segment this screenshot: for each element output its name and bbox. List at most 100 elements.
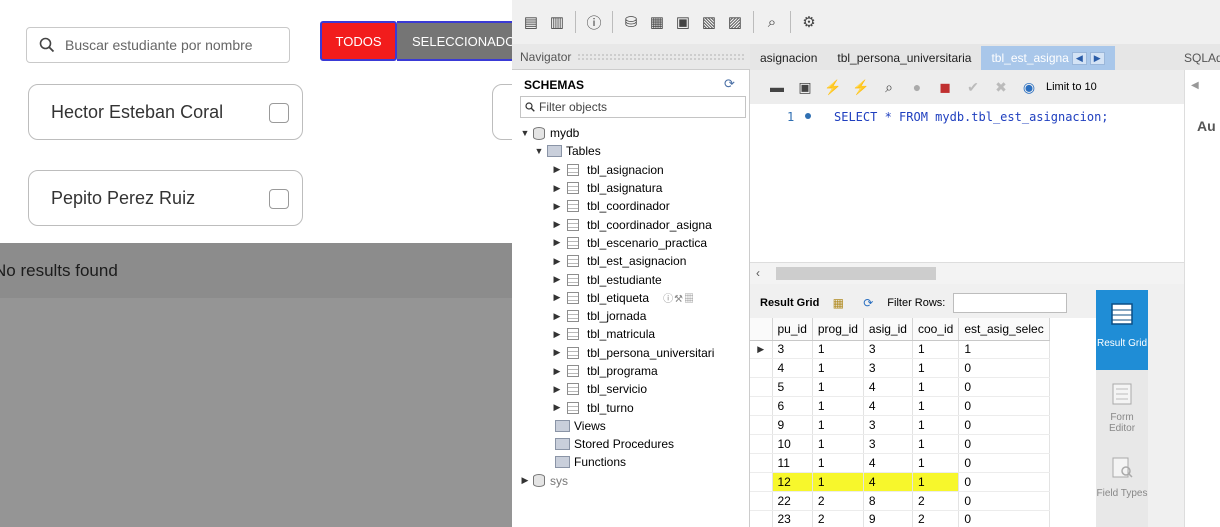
filter-objects-input[interactable]: [539, 100, 729, 114]
refresh-icon[interactable]: ⟳: [724, 76, 735, 92]
tree-item-table[interactable]: ▶ tbl_asignacion: [512, 161, 750, 179]
grid-cell[interactable]: 11: [772, 453, 813, 473]
student-card[interactable]: Pepito Perez Ruiz: [28, 170, 303, 226]
expand-arrow-icon[interactable]: ▶: [552, 311, 562, 322]
expand-arrow-icon[interactable]: ▶: [552, 402, 562, 413]
grid-cell[interactable]: 6: [772, 396, 813, 417]
grid-cell[interactable]: 0: [958, 396, 1050, 417]
grid-cell[interactable]: 1: [912, 415, 960, 435]
open-file-icon[interactable]: ▬: [766, 76, 788, 98]
expand-arrow-icon[interactable]: ▶: [552, 292, 562, 303]
open-sql-script-icon[interactable]: ▥: [546, 11, 568, 33]
filter-rows-input[interactable]: [953, 293, 1068, 313]
expand-arrow-icon[interactable]: ▼: [520, 128, 530, 138]
sql-query-text[interactable]: SELECT * FROM mydb.tbl_est_asignacion;: [834, 110, 1109, 124]
tab-sql-additions[interactable]: SQLAd: [1184, 44, 1220, 70]
expand-arrow-icon[interactable]: ▶: [552, 237, 562, 248]
table-row[interactable]: 91310: [750, 415, 1050, 435]
student-card[interactable]: Hector Esteban Coral: [28, 84, 303, 140]
column-header[interactable]: coo_id: [912, 318, 960, 341]
grid-cell[interactable]: 8: [863, 491, 913, 511]
result-grid-button[interactable]: Result Grid: [1096, 290, 1148, 370]
grid-cell[interactable]: 5: [772, 377, 813, 398]
row-selector[interactable]: ▶: [750, 340, 773, 360]
grid-cell[interactable]: 0: [958, 472, 1050, 492]
execute-current-icon[interactable]: ⚡: [850, 76, 872, 98]
expand-arrow-icon[interactable]: ▶: [552, 201, 562, 212]
grid-cell[interactable]: 3: [863, 434, 913, 454]
create-function-icon[interactable]: ▨: [724, 11, 746, 33]
expand-arrow-icon[interactable]: ▶: [552, 183, 562, 194]
grid-cell[interactable]: 0: [958, 415, 1050, 435]
grid-view-icon[interactable]: ▦: [827, 292, 849, 314]
limit-rows-select[interactable]: Limit to 10: [1046, 81, 1097, 93]
scrollbar-thumb[interactable]: [776, 267, 936, 280]
field-types-button[interactable]: Field Types: [1096, 448, 1148, 518]
tab-asignacion[interactable]: asignacion: [750, 46, 827, 70]
grid-cell[interactable]: 1: [812, 340, 864, 360]
grid-cell[interactable]: 1: [812, 415, 864, 435]
student-checkbox[interactable]: [269, 189, 289, 209]
tree-item-functions[interactable]: Functions: [512, 453, 750, 471]
grid-cell[interactable]: 2: [912, 491, 960, 511]
sql-editor[interactable]: 1 SELECT * FROM mydb.tbl_est_asignacion;: [750, 104, 1184, 262]
commit-icon[interactable]: ✔: [962, 76, 984, 98]
grid-cell[interactable]: 0: [958, 510, 1050, 527]
grid-cell[interactable]: 0: [958, 434, 1050, 454]
todos-button[interactable]: TODOS: [320, 21, 397, 61]
row-selector[interactable]: [750, 434, 773, 454]
tab-scroll-right-icon[interactable]: ▶: [1089, 51, 1105, 65]
autocommit-icon[interactable]: ◉: [1018, 76, 1040, 98]
create-procedure-icon[interactable]: ▧: [698, 11, 720, 33]
grid-cell[interactable]: 0: [958, 491, 1050, 511]
expand-arrow-icon[interactable]: ▶: [552, 164, 562, 175]
expand-arrow-icon[interactable]: ▶: [552, 256, 562, 267]
new-sql-tab-icon[interactable]: ▤: [520, 11, 542, 33]
table-row[interactable]: 10 1 3 1 0: [750, 434, 1050, 454]
grid-cell[interactable]: 1: [812, 472, 864, 492]
tree-item-stored-procedures[interactable]: Stored Procedures: [512, 435, 750, 453]
search-box[interactable]: [26, 27, 290, 63]
form-editor-button[interactable]: Form Editor: [1096, 376, 1148, 446]
table-row[interactable]: 11 1 4 1 0: [750, 453, 1050, 473]
search-table-data-icon[interactable]: ⌕: [761, 11, 783, 33]
row-selector[interactable]: [750, 510, 773, 527]
column-header[interactable]: prog_id: [812, 318, 864, 341]
execute-icon[interactable]: ⚡: [822, 76, 844, 98]
grid-cell[interactable]: 22: [772, 491, 813, 511]
grid-cell[interactable]: 2: [812, 491, 864, 511]
column-header[interactable]: asig_id: [863, 318, 913, 341]
tree-item-table[interactable]: ▶ tbl_jornada: [512, 307, 750, 325]
tree-item-mydb[interactable]: ▼ mydb: [512, 124, 750, 142]
tree-item-table[interactable]: ▶ tbl_estudiante: [512, 270, 750, 288]
search-input[interactable]: [65, 37, 275, 53]
create-view-icon[interactable]: ▣: [672, 11, 694, 33]
grid-cell[interactable]: 3: [863, 340, 913, 360]
grid-cell[interactable]: 1: [912, 453, 960, 473]
tree-item-table[interactable]: ▶ tbl_coordinador: [512, 197, 750, 215]
grid-cell[interactable]: 0: [958, 453, 1050, 473]
grid-cell[interactable]: 1: [912, 377, 960, 398]
tab-scroll-left-icon[interactable]: ◀: [1071, 51, 1087, 65]
filter-objects-box[interactable]: [520, 96, 746, 118]
grid-cell[interactable]: 2: [812, 510, 864, 527]
tree-item-sys[interactable]: ▶ sys: [512, 472, 750, 490]
tree-item-table[interactable]: ▶ tbl_escenario_practica: [512, 234, 750, 252]
expand-arrow-icon[interactable]: ▶: [552, 219, 562, 230]
inspector-icon[interactable]: ⓘ: [583, 11, 605, 33]
expand-arrow-icon[interactable]: ▶: [552, 329, 562, 340]
tree-item-table[interactable]: ▶ tbl_est_asignacion: [512, 252, 750, 270]
grid-cell[interactable]: 1: [912, 358, 960, 379]
grid-cell[interactable]: 23: [772, 510, 813, 527]
expand-arrow-icon[interactable]: ▶: [552, 274, 562, 285]
grid-cell[interactable]: 1: [812, 377, 864, 398]
navigator-grip[interactable]: [577, 52, 744, 61]
grid-cell[interactable]: 1: [912, 396, 960, 417]
result-grid-label[interactable]: Result Grid: [760, 297, 819, 309]
tree-item-table[interactable]: ▶ tbl_etiqueta ⓘ⚒▦: [512, 289, 750, 307]
row-selector[interactable]: [750, 491, 773, 511]
grid-cell[interactable]: 1: [912, 472, 960, 492]
rollback-icon[interactable]: ✖: [990, 76, 1012, 98]
reconnect-icon[interactable]: ⚙: [798, 11, 820, 33]
grid-cell[interactable]: 3: [772, 340, 813, 360]
